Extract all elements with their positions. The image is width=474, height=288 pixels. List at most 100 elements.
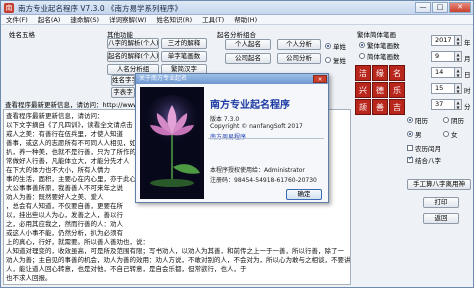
radio-label: 男 [415,131,422,139]
radio-label: 女 [451,131,458,139]
radio-dot [443,131,449,137]
about-title-bar[interactable]: 关于南方专业起名 [136,74,328,84]
menu-bar: 文件(F) 起名(A) 速命解(S) 详词察解(W) 姓名知识(R) 工具(T)… [1,15,473,25]
seal-stamp: 兴 [355,82,371,98]
about-version: 版本 7.3.0 [210,116,240,123]
seal-stamp: 洁 [355,65,371,81]
seal-stamp: 缘 [372,65,388,81]
about-close-button[interactable]: ✕ [313,75,327,83]
sancai-button[interactable]: 三才的解释 [161,38,207,49]
radio-label: 阴历 [451,117,464,125]
radio-dot [359,53,365,59]
solar-calendar-radio[interactable]: 阳历 [407,115,428,125]
text-line: 也不求人回报。 [6,274,52,282]
lotus-illustration [140,87,204,199]
minute-input[interactable]: 37 [431,99,455,110]
manual-bazi-button[interactable]: 手工算八字离用神 [407,179,471,190]
radio-label: 简体笔画数 [367,53,400,61]
back-button[interactable]: 返回 [423,213,459,224]
danzi-strokes-button[interactable]: 单字笔画数 [161,51,207,62]
day-unit: 日 [464,71,471,79]
window-controls: — □ ✕ [415,2,471,13]
about-dialog: 关于南方专业起名 ✕ 南方专业起名程序 版本 7.3.0 Copyright ©… [135,73,329,203]
menu-zhishi[interactable]: 姓名知识(R) [152,15,198,24]
about-reg-code: 注册码：98454-54918-61760-20730 [210,177,317,184]
radio-label: 繁体笔画数 [367,42,400,50]
seal-stamp: 吉 [389,99,405,115]
female-radio[interactable]: 女 [443,129,458,139]
radio-dot [443,117,449,123]
minute-spinner[interactable]: ▲ ▼ [455,99,462,110]
menu-tools[interactable]: 工具(T) [197,15,229,24]
radio-dot [407,117,413,123]
month-input[interactable]: 9 [431,51,455,62]
checkbox-box [407,145,413,151]
menu-help[interactable]: 帮助(H) [229,15,262,24]
single-surname-radio[interactable]: 单姓 [325,41,346,51]
hour-input[interactable]: 15 [431,83,455,94]
checkbox-label: 农历闰月 [415,145,441,153]
about-separator [208,138,324,139]
year-spinner[interactable]: ▲ ▼ [455,35,462,46]
wuge-title: 姓名五格 [9,31,35,39]
seal-stamp: 颉 [355,99,371,115]
left-panel: 姓名五格 [3,27,103,91]
maximize-button[interactable]: □ [432,2,448,13]
traditional-strokes-radio[interactable]: 繁体笔画数 [359,40,400,50]
name-combo-title: 起名分析组合 [217,31,256,39]
radio-dot [407,131,413,137]
menu-qiming[interactable]: 起名(A) [33,15,66,24]
company-naming-button[interactable]: 公司起名 [225,53,271,64]
main-window: 南 南方专业起名程序 V7.3.0 《南方易学系列程序》 — □ ✕ 文件(F)… [0,0,474,288]
radio-dot [325,43,331,49]
seal-stamp: 善 [372,99,388,115]
checkbox-label: 结合八字 [415,157,441,165]
leap-month-checkbox[interactable]: 农历闰月 [407,143,441,153]
company-analysis-button[interactable]: 公司分析 [277,53,321,64]
about-link[interactable]: 南方周易程序 [210,132,246,141]
close-button[interactable]: ✕ [449,2,471,13]
year-input[interactable]: 2017 [431,35,455,46]
day-spinner[interactable]: ▲ ▼ [455,67,462,78]
app-icon: 南 [4,3,14,13]
simplified-strokes-radio[interactable]: 简体笔画数 [359,51,400,61]
checkbox-box [407,155,413,163]
month-spinner[interactable]: ▲ ▼ [455,51,462,62]
title-bar[interactable]: 南 南方专业起名程序 V7.3.0 《南方易学系列程序》 — □ ✕ [1,1,473,15]
year-unit: 年 [464,39,471,47]
seal-stamp: 德 [372,82,388,98]
compound-surname-radio[interactable]: 复姓 [325,55,346,65]
radio-label: 单姓 [333,43,346,51]
about-copyright: Copyright © nanfangSoft 2017 [210,123,303,130]
zibiao-button[interactable]: 字表字 [111,87,135,98]
hour-spinner[interactable]: ▲ ▼ [455,83,462,94]
personal-analysis-button[interactable]: 个人分析 [277,39,321,50]
day-input[interactable]: 14 [431,67,455,78]
lunar-calendar-radio[interactable]: 阴历 [443,115,464,125]
ok-button[interactable]: 确定 [286,189,322,200]
radio-dot [359,42,365,48]
male-radio[interactable]: 男 [407,129,422,139]
window-title: 南方专业起名程序 V7.3.0 《南方易学系列程序》 [18,4,182,13]
seal-stamp: 名 [389,65,405,81]
right-panel: 繁体简体笔画 繁体笔画数 简体笔画数 洁 缘 名 兴 德 乐 颉 善 吉 201… [353,27,473,287]
lotus-image [140,87,204,199]
menu-file[interactable]: 文件(F) [1,15,33,24]
xingming-button[interactable]: 姓名字字 [111,75,135,86]
about-app-name: 南方专业起名程序 [210,100,290,111]
stroke-mode-title: 繁体简体笔画 [357,31,396,39]
minimize-button[interactable]: — [415,2,431,13]
menu-ciji[interactable]: 详词察解(W) [104,15,152,24]
hour-unit: 时 [464,87,471,95]
about-authorized: 本程序授权使用给：Administrator [210,167,305,174]
menu-suming[interactable]: 速命解(S) [65,15,104,24]
qiming-explain-button[interactable]: 起名的解释(个人) [107,51,159,62]
bazi-button[interactable]: 八字的解析(个人) [107,38,159,49]
seal-stamp: 乐 [389,82,405,98]
radio-dot [325,57,331,63]
personal-naming-button[interactable]: 个人起名 [225,39,271,50]
radio-label: 复姓 [333,57,346,65]
minute-unit: 分 [464,103,471,111]
combine-bazi-checkbox[interactable]: 结合八字 [407,155,441,165]
print-button[interactable]: 打印 [423,197,459,208]
